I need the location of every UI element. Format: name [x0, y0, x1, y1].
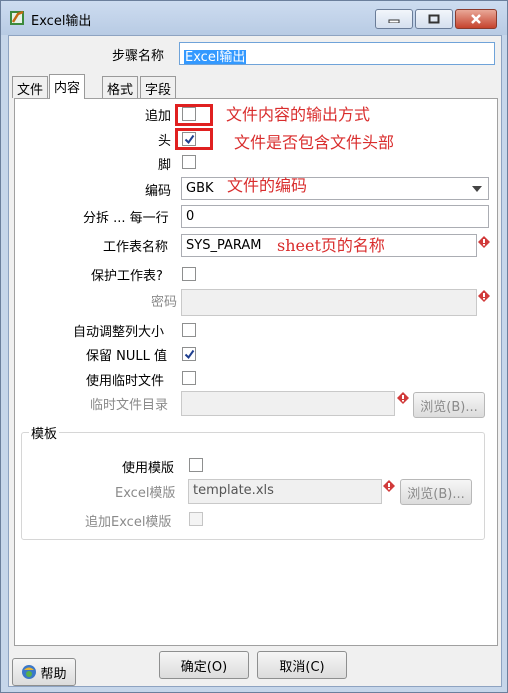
excel-template-browse-button[interactable]: 浏览(B)...	[400, 479, 472, 505]
required-marker-icon	[383, 480, 395, 492]
required-marker-icon	[397, 392, 409, 404]
template-group-label: 模板	[29, 423, 60, 442]
title-bar[interactable]: Excel输出	[1, 1, 507, 35]
encoding-value: GBK	[186, 181, 214, 196]
help-icon	[22, 665, 37, 679]
append-template-label: 追加Excel模版	[85, 515, 172, 530]
content-panel: 追加 头 脚 编码 GBK 分拆 ... 每一行 0 工作表名称 SYS_PAR…	[14, 98, 498, 646]
required-marker-icon	[478, 290, 490, 302]
use-template-label: 使用模版	[122, 461, 175, 476]
protect-sheet-checkbox[interactable]	[182, 267, 196, 281]
required-marker-icon	[478, 236, 490, 248]
tab-fields[interactable]: 字段	[140, 76, 177, 98]
help-label: 帮助	[40, 666, 67, 682]
dialog-body: 步骤名称 Excel输出 文件 内容 格式 字段 追加 头 脚 编码 GBK 分…	[8, 35, 502, 687]
close-button[interactable]	[455, 9, 497, 29]
temp-dir-browse-button[interactable]: 浏览(B)...	[413, 392, 485, 418]
temp-dir-input[interactable]	[181, 391, 395, 416]
use-temp-checkbox[interactable]	[182, 371, 196, 385]
keep-null-label: 保留 NULL 值	[86, 349, 167, 364]
checkmark-icon	[184, 349, 194, 359]
password-label: 密码	[151, 295, 178, 310]
header-highlight-box	[175, 128, 213, 150]
auto-size-checkbox[interactable]	[182, 323, 196, 337]
use-temp-label: 使用临时文件	[86, 374, 165, 389]
step-name-value: Excel输出	[184, 50, 247, 65]
append-template-checkbox[interactable]	[189, 512, 203, 526]
maximize-icon	[428, 14, 440, 24]
use-template-checkbox[interactable]	[189, 458, 203, 472]
auto-size-label: 自动调整列大小	[73, 325, 165, 340]
header-label: 头	[158, 134, 172, 149]
protect-sheet-label: 保护工作表?	[91, 269, 163, 284]
excel-template-input[interactable]: template.xls	[188, 479, 382, 504]
close-icon	[471, 14, 481, 24]
keep-null-checkbox[interactable]	[182, 347, 196, 361]
append-highlight-box	[175, 104, 213, 126]
encoding-label: 编码	[145, 184, 172, 199]
footer-checkbox[interactable]	[182, 155, 196, 169]
split-every-input[interactable]: 0	[181, 205, 489, 228]
maximize-button[interactable]	[415, 9, 453, 29]
header-annotation: 文件是否包含文件头部	[234, 133, 395, 152]
minimize-icon	[388, 19, 400, 23]
help-button[interactable]: 帮助	[12, 658, 76, 686]
minimize-button[interactable]	[375, 9, 413, 29]
append-annotation: 文件内容的输出方式	[226, 105, 371, 124]
append-label: 追加	[145, 109, 172, 124]
ok-button[interactable]: 确定(O)	[159, 651, 249, 679]
tab-file[interactable]: 文件	[12, 76, 49, 98]
temp-dir-label: 临时文件目录	[90, 398, 169, 413]
split-every-label: 分拆 ... 每一行	[83, 211, 169, 226]
footer-label: 脚	[158, 158, 172, 173]
chevron-down-icon	[472, 186, 482, 192]
encoding-annotation: 文件的编码	[227, 176, 308, 195]
dialog-window: Excel输出 步骤名称 Excel输出 文件 内容 格式 字段 追加 头 脚 …	[0, 0, 508, 693]
cancel-button[interactable]: 取消(C)	[257, 651, 347, 679]
sheet-name-label: 工作表名称	[103, 240, 169, 255]
password-input[interactable]	[181, 289, 477, 316]
step-name-label: 步骤名称	[112, 49, 165, 64]
tab-format[interactable]: 格式	[102, 76, 139, 98]
step-name-input[interactable]: Excel输出	[179, 42, 495, 65]
tab-content[interactable]: 内容	[49, 74, 86, 99]
excel-template-label: Excel模版	[115, 486, 176, 501]
sheet-annotation: sheet页的名称	[277, 236, 385, 255]
window-title: Excel输出	[31, 14, 92, 29]
app-icon	[10, 10, 24, 25]
